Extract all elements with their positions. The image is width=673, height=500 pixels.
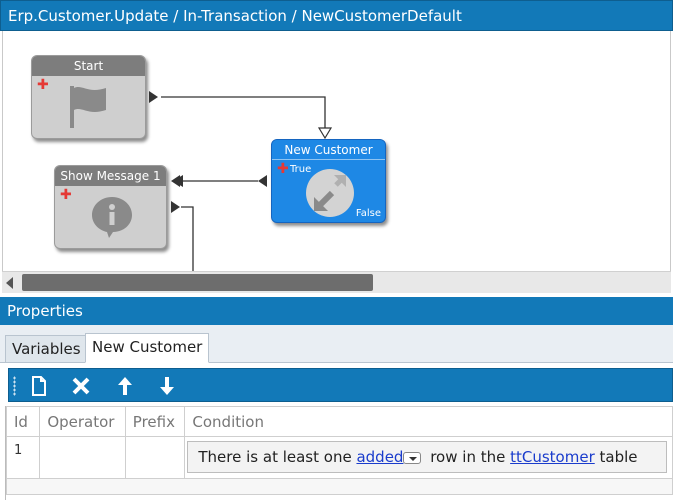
show-message-output-port[interactable] [171, 201, 180, 213]
connector-show-message-out [181, 206, 194, 271]
move-up-icon[interactable] [111, 373, 139, 399]
delete-icon[interactable] [67, 373, 95, 399]
condition-text: table [594, 448, 638, 466]
canvas-horizontal-scrollbar[interactable] [2, 271, 671, 293]
connector-start-to-new-customer [161, 96, 326, 131]
connector-arrowhead [317, 127, 333, 140]
new-row-cell[interactable] [6, 478, 673, 495]
move-down-icon[interactable] [153, 373, 181, 399]
add-icon[interactable]: ✚ [277, 162, 289, 176]
false-branch-label: False [355, 208, 381, 219]
conditions-grid: Id Operator Prefix Condition 1 There is … [5, 406, 673, 500]
tab-variables[interactable]: Variables [5, 335, 88, 363]
column-header-prefix[interactable]: Prefix [124, 406, 186, 437]
cell-prefix[interactable] [124, 436, 186, 479]
column-header-condition[interactable]: Condition [184, 406, 673, 437]
show-message-input-port[interactable] [171, 175, 180, 187]
start-node[interactable]: Start ✚ [31, 55, 146, 139]
scroll-left-icon[interactable] [6, 277, 13, 289]
flag-icon [70, 86, 106, 128]
show-message-node[interactable]: Show Message 1 ✚ [54, 165, 167, 249]
cell-id: 1 [5, 436, 41, 479]
condition-expression[interactable]: There is at least one added row in the t… [187, 441, 668, 473]
new-customer-true-port[interactable] [258, 175, 267, 187]
toolbar-grip[interactable] [13, 376, 16, 396]
add-icon[interactable]: ✚ [37, 78, 49, 92]
new-document-icon[interactable] [25, 373, 53, 399]
conditions-toolbar [8, 368, 673, 402]
add-icon[interactable]: ✚ [60, 188, 72, 202]
condition-text: There is at least one [198, 448, 357, 466]
properties-tabs: Variables New Customer [0, 325, 673, 363]
workflow-canvas[interactable]: Start ✚ Show Message 1 ✚ New Customer ✚ … [2, 31, 671, 271]
show-message-node-title: Show Message 1 [55, 166, 166, 186]
table-row[interactable]: 1 There is at least one added row in the… [5, 436, 673, 479]
condition-text: row in the [425, 448, 511, 466]
cell-condition[interactable]: There is at least one added row in the t… [184, 436, 673, 479]
new-row[interactable] [6, 478, 673, 495]
window-title: Erp.Customer.Update / In-Transaction / N… [0, 0, 673, 31]
start-node-title: Start [32, 56, 145, 76]
properties-panel-title: Properties [0, 297, 673, 325]
column-header-id[interactable]: Id [5, 406, 41, 437]
condition-added-link[interactable]: added [356, 448, 403, 466]
start-output-port[interactable] [149, 91, 158, 103]
tab-new-customer[interactable]: New Customer [85, 333, 210, 363]
new-customer-node[interactable]: New Customer ✚ True False [271, 139, 386, 223]
condition-arrows-icon [306, 169, 354, 217]
column-header-operator[interactable]: Operator [39, 406, 126, 437]
condition-table-link[interactable]: ttCustomer [510, 448, 595, 466]
scrollbar-thumb[interactable] [22, 274, 373, 291]
new-customer-node-title: New Customer [272, 140, 385, 160]
info-icon [92, 197, 132, 238]
cell-operator[interactable] [39, 436, 126, 479]
chevron-down-icon[interactable] [403, 451, 422, 464]
